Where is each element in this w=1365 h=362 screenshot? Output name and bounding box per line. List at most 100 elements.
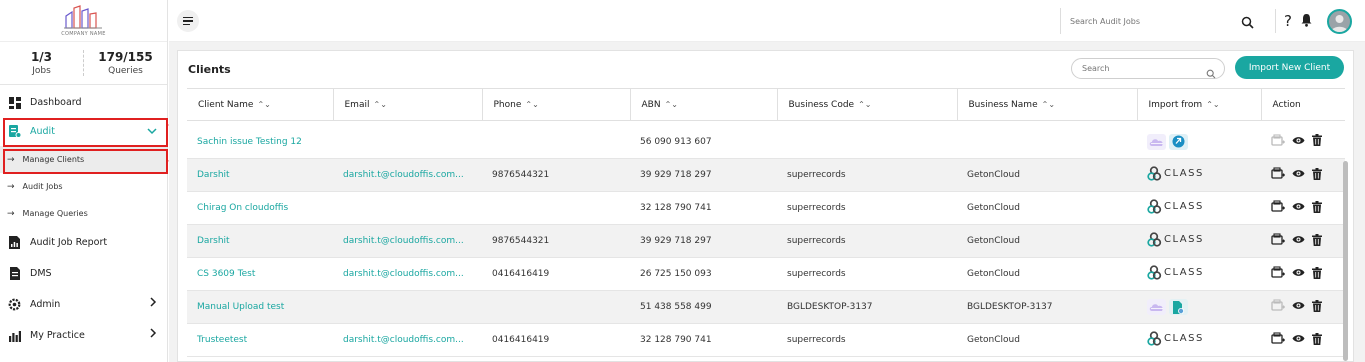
- view-icon[interactable]: [1292, 334, 1305, 346]
- import-from-cell: [1137, 290, 1261, 324]
- business-name-cell: [957, 125, 1137, 159]
- import-from-cell: CLASS: [1137, 191, 1261, 225]
- import-from-cell: CLASS: [1137, 257, 1261, 291]
- column-header-business-name[interactable]: Business Name ⌃⌄: [956, 88, 1137, 121]
- dashboard-icon: [8, 96, 21, 109]
- sort-icon: ⌃⌄: [1206, 99, 1220, 109]
- email-cell[interactable]: darshit.t@cloudoffis.com...: [333, 158, 482, 192]
- email-cell[interactable]: darshit.t@cloudoffis.com...: [333, 323, 482, 357]
- delete-icon[interactable]: [1312, 167, 1322, 183]
- client-name-cell[interactable]: Sachin issue Testing 12: [187, 125, 333, 159]
- sidebar-item-label: My Practice: [30, 330, 85, 341]
- class-logo-text: CLASS: [1164, 201, 1204, 212]
- import-new-client-button[interactable]: Import New Client: [1235, 56, 1344, 79]
- business-name-cell: GetonCloud: [957, 224, 1137, 258]
- queries-stat: 179/155 Queries: [83, 50, 167, 76]
- email-cell[interactable]: darshit.t@cloudoffis.com...: [333, 257, 482, 291]
- sidebar: COMPANY NAME 1/3 Jobs 179/155 Queries Da…: [0, 0, 168, 362]
- import-source-badges: [1147, 299, 1188, 315]
- view-icon[interactable]: [1292, 301, 1305, 313]
- view-icon[interactable]: [1292, 169, 1305, 181]
- report-icon: [8, 236, 21, 249]
- email-cell[interactable]: [333, 290, 482, 324]
- phone-cell: [482, 191, 630, 225]
- sidebar-item-audit-job-report[interactable]: Audit Job Report: [0, 227, 167, 258]
- help-icon[interactable]: ?: [1275, 9, 1292, 33]
- email-cell[interactable]: [333, 125, 482, 159]
- page-title: Clients: [188, 63, 231, 76]
- create-job-icon[interactable]: [1271, 299, 1285, 315]
- client-name-cell[interactable]: Manual Upload test: [187, 290, 333, 324]
- column-header-action: Action: [1260, 88, 1345, 121]
- create-job-icon[interactable]: [1271, 233, 1285, 249]
- bell-icon[interactable]: [1300, 12, 1313, 31]
- sync-icon: [1169, 133, 1188, 150]
- create-job-icon[interactable]: [1271, 134, 1285, 150]
- abn-cell: 39 929 718 297: [630, 158, 777, 192]
- client-name-cell[interactable]: CS 3609 Test: [187, 257, 333, 291]
- create-job-icon[interactable]: [1271, 332, 1285, 348]
- gear-icon: [8, 298, 21, 311]
- delete-icon[interactable]: [1312, 134, 1322, 149]
- table-row[interactable]: Darshit darshit.t@cloudoffis.com... 987654…: [187, 224, 1345, 258]
- import-from-cell: CLASS: [1137, 224, 1261, 258]
- delete-icon[interactable]: [1312, 332, 1322, 348]
- view-icon[interactable]: [1292, 268, 1305, 280]
- delete-icon[interactable]: [1312, 266, 1322, 282]
- view-icon[interactable]: [1292, 136, 1305, 148]
- search-icon[interactable]: [1206, 64, 1216, 83]
- phone-cell: 9876544321: [482, 158, 630, 192]
- sidebar-item-audit-jobs[interactable]: → Audit Jobs: [0, 173, 167, 200]
- create-job-icon[interactable]: [1271, 167, 1285, 183]
- sidebar-item-my-practice[interactable]: My Practice: [0, 320, 167, 351]
- action-cell: [1261, 125, 1345, 159]
- client-name-cell[interactable]: Darshit: [187, 224, 333, 258]
- client-name-cell[interactable]: Darshit: [187, 158, 333, 192]
- client-name-cell[interactable]: Chirag On cloudoffis: [187, 191, 333, 225]
- business-code-cell: superrecords: [777, 257, 957, 291]
- avatar[interactable]: [1327, 9, 1352, 34]
- search-icon[interactable]: [1241, 14, 1254, 33]
- column-header-business-code[interactable]: Business Code ⌃⌄: [776, 88, 957, 121]
- create-job-icon[interactable]: [1271, 200, 1285, 216]
- delete-icon[interactable]: [1312, 200, 1322, 216]
- menu-toggle-button[interactable]: [177, 10, 199, 32]
- table-row[interactable]: Chirag On cloudoffis 32 128 790 741 superr…: [187, 191, 1345, 225]
- table-row[interactable]: Manual Upload test 51 438 558 499 BGLDESKT…: [187, 290, 1345, 324]
- sidebar-item-dms[interactable]: DMS: [0, 258, 167, 289]
- table-row[interactable]: CS 3609 Test darshit.t@cloudoffis.com... 0…: [187, 257, 1345, 291]
- view-icon[interactable]: [1292, 202, 1305, 214]
- column-header-email[interactable]: Email ⌃⌄: [332, 88, 482, 121]
- class-logo-text: CLASS: [1164, 168, 1204, 179]
- action-cell: [1261, 290, 1345, 324]
- table-row[interactable]: Sachin issue Testing 12 56 090 913 607: [187, 125, 1345, 159]
- abn-cell: 26 725 150 093: [630, 257, 777, 291]
- jobs-count: 1/3: [30, 50, 53, 64]
- column-header-client-name[interactable]: Client Name ⌃⌄: [187, 88, 333, 121]
- email-cell[interactable]: [333, 191, 482, 225]
- audit-job-search-input[interactable]: [1070, 16, 1235, 26]
- arrow-right-icon: →: [7, 208, 15, 219]
- sidebar-item-label: Manage Queries: [22, 209, 88, 218]
- client-name-cell[interactable]: Trusteetest: [187, 323, 333, 357]
- delete-icon[interactable]: [1312, 233, 1322, 249]
- delete-icon[interactable]: [1312, 299, 1322, 315]
- company-logo[interactable]: COMPANY NAME: [0, 0, 167, 42]
- view-icon[interactable]: [1292, 235, 1305, 247]
- email-cell[interactable]: darshit.t@cloudoffis.com...: [333, 224, 482, 258]
- column-header-import-from[interactable]: Import from ⌃⌄: [1136, 88, 1261, 121]
- sidebar-item-dashboard[interactable]: Dashboard: [0, 88, 167, 117]
- table-scrollbar[interactable]: [1343, 161, 1348, 361]
- phone-cell: 0416416419: [482, 257, 630, 291]
- column-header-phone[interactable]: Phone ⌃⌄: [481, 88, 630, 121]
- sort-icon: ⌃⌄: [525, 99, 539, 109]
- business-name-cell: GetonCloud: [957, 257, 1137, 291]
- sidebar-item-admin[interactable]: Admin: [0, 289, 167, 320]
- client-search-input[interactable]: [1082, 64, 1192, 73]
- table-row[interactable]: Darshit darshit.t@cloudoffis.com... 987654…: [187, 158, 1345, 192]
- create-job-icon[interactable]: [1271, 266, 1285, 282]
- business-code-cell: superrecords: [777, 323, 957, 357]
- table-row[interactable]: Trusteetest darshit.t@cloudoffis.com... 04…: [187, 323, 1345, 357]
- column-header-abn[interactable]: ABN ⌃⌄: [629, 88, 777, 121]
- sidebar-item-manage-queries[interactable]: → Manage Queries: [0, 200, 167, 227]
